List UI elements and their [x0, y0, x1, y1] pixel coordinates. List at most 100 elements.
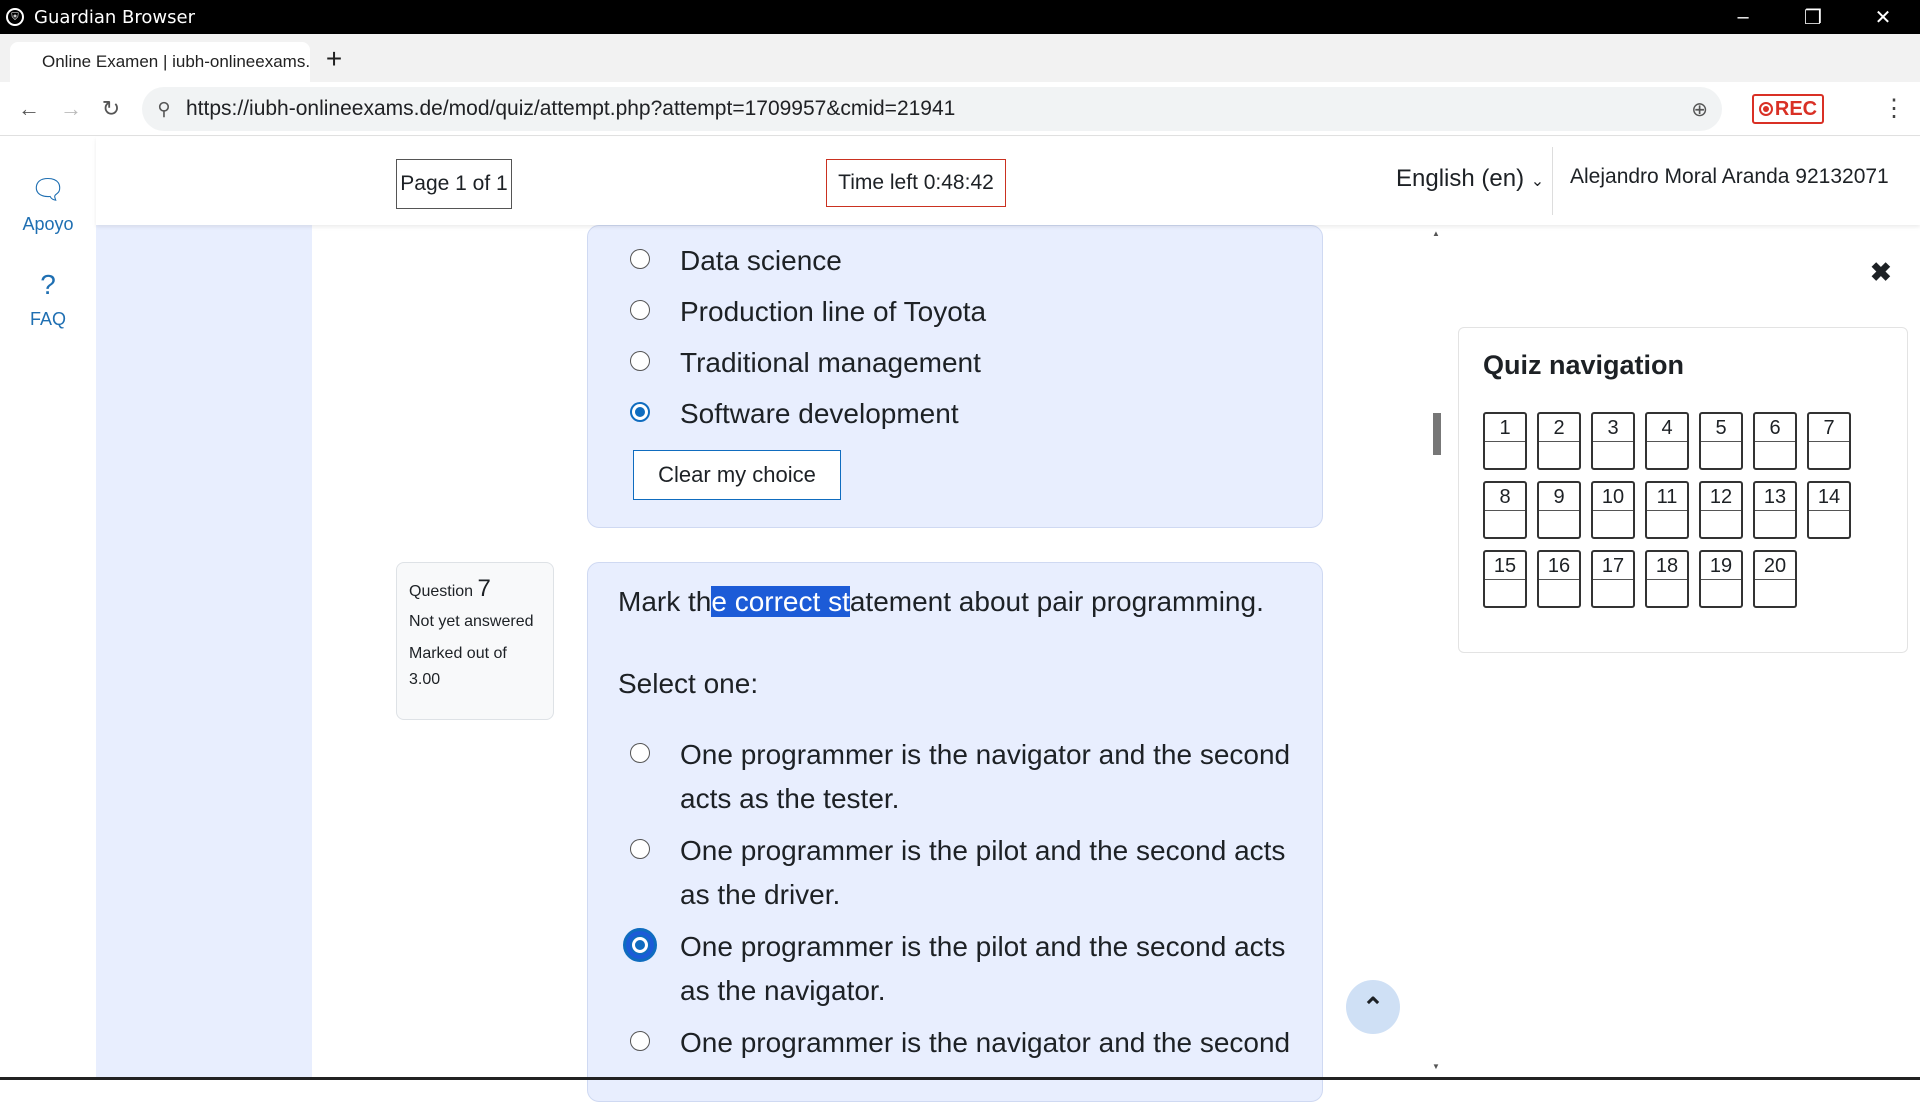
question-info: Question 7 Not yet answered Marked out o…	[396, 562, 554, 720]
quiz-nav-question-12[interactable]: 12	[1699, 481, 1743, 539]
chevron-up-icon: ⌃	[1362, 991, 1384, 1022]
radio-button[interactable]	[630, 351, 650, 371]
chat-bubbles-icon: 🗨	[30, 174, 66, 205]
option-label: One programmer is the navigator and the …	[680, 739, 1291, 814]
rail-item-faq[interactable]: ? FAQ	[0, 269, 96, 330]
answer-option[interactable]: One programmer is the navigator and the …	[630, 1021, 1290, 1065]
quiz-nav-number: 16	[1539, 552, 1579, 580]
quiz-nav-question-10[interactable]: 10	[1591, 481, 1635, 539]
radio-button[interactable]	[630, 839, 650, 859]
close-icon[interactable]: ✖	[1870, 257, 1892, 288]
radio-button-selected[interactable]	[623, 928, 657, 962]
scrollbar-thumb[interactable]	[1433, 413, 1441, 455]
quiz-nav-question-5[interactable]: 5	[1699, 412, 1743, 470]
quiz-nav-question-11[interactable]: 11	[1645, 481, 1689, 539]
chevron-down-icon: ⌄	[1530, 173, 1545, 190]
address-bar[interactable]: ⚲ https://iubh-onlineexams.de/mod/quiz/a…	[142, 87, 1722, 131]
page-indicator: Page 1 of 1	[396, 159, 512, 209]
browser-tab[interactable]: Online Examen | iubh-onlineexams.d	[10, 42, 310, 82]
recording-indicator: REC	[1752, 94, 1824, 124]
question-icon: ?	[40, 269, 56, 300]
scrollbar[interactable]	[1430, 225, 1442, 1080]
option-label: One programmer is the pilot and the seco…	[680, 835, 1286, 910]
quiz-nav-question-15[interactable]: 15	[1483, 550, 1527, 608]
reload-icon[interactable]: ↻	[96, 94, 126, 124]
quiz-nav-question-4[interactable]: 4	[1645, 412, 1689, 470]
answer-option[interactable]: One programmer is the pilot and the seco…	[630, 829, 1285, 917]
quiz-nav-question-16[interactable]: 16	[1537, 550, 1581, 608]
quiz-nav-question-9[interactable]: 9	[1537, 481, 1581, 539]
answer-option[interactable]: Traditional management	[630, 341, 981, 385]
left-rail: 🗨 Apoyo ? FAQ	[0, 137, 96, 1080]
radio-button[interactable]	[630, 1031, 650, 1051]
restore-button[interactable]: ❐	[1778, 0, 1848, 34]
tab-title: Online Examen | iubh-onlineexams.d	[42, 52, 310, 71]
quiz-nav-question-2[interactable]: 2	[1537, 412, 1581, 470]
option-label: One programmer is the navigator and the …	[680, 1027, 1291, 1058]
language-label: English (en)	[1396, 165, 1525, 192]
forward-arrow-icon[interactable]: →	[56, 94, 86, 124]
quiz-nav-number: 5	[1701, 414, 1741, 442]
quiz-nav-question-3[interactable]: 3	[1591, 412, 1635, 470]
quiz-nav-question-8[interactable]: 8	[1483, 481, 1527, 539]
answer-option[interactable]: Data science	[630, 239, 842, 283]
quiz-nav-number: 12	[1701, 483, 1741, 511]
zoom-icon[interactable]: ⊕	[1691, 97, 1708, 122]
new-tab-button[interactable]: +	[318, 44, 350, 76]
record-dot-icon	[1758, 102, 1773, 116]
url-text[interactable]: https://iubh-onlineexams.de/mod/quiz/att…	[186, 97, 955, 121]
language-selector[interactable]: English (en) ⌄	[1396, 165, 1544, 193]
quiz-nav-question-18[interactable]: 18	[1645, 550, 1689, 608]
rail-item-apoyo[interactable]: 🗨 Apoyo	[0, 173, 96, 235]
quiz-nav-question-17[interactable]: 17	[1591, 550, 1635, 608]
minimize-button[interactable]: –	[1708, 0, 1778, 34]
divider	[1552, 147, 1553, 215]
close-window-button[interactable]: ✕	[1848, 0, 1918, 34]
quiz-nav-question-13[interactable]: 13	[1753, 481, 1797, 539]
answer-option[interactable]: Production line of Toyota	[630, 290, 986, 334]
text-selection: e correct st	[711, 586, 850, 617]
back-arrow-icon[interactable]: ←	[14, 94, 44, 124]
kebab-menu-icon[interactable]: ⋮	[1882, 94, 1906, 123]
radio-button[interactable]	[630, 300, 650, 320]
radio-button[interactable]	[630, 743, 650, 763]
option-label: Traditional management	[680, 347, 981, 378]
quiz-navigation-panel: Quiz navigation 1 2 3 4 5 6 7 8 9 10 11 12 13 14 15 16 1…	[1458, 327, 1908, 653]
tab-strip: Online Examen | iubh-onlineexams.d +	[0, 34, 1920, 82]
shield-icon: ⛨	[6, 8, 24, 26]
quiz-header: Page 1 of 1 Time left 0:48:42 English (e…	[96, 137, 1920, 225]
scroll-down-icon[interactable]: ▼	[1432, 1062, 1440, 1071]
rec-label: REC	[1774, 97, 1818, 120]
answer-option[interactable]: One programmer is the navigator and the …	[630, 733, 1290, 821]
quiz-nav-number: 18	[1647, 552, 1687, 580]
scroll-up-icon[interactable]: ▲	[1432, 229, 1440, 238]
option-label: One programmer is the pilot and the seco…	[680, 931, 1286, 1006]
back-to-top-button[interactable]: ⌃	[1346, 980, 1400, 1034]
radio-button[interactable]	[630, 249, 650, 269]
quiz-nav-number: 10	[1593, 483, 1633, 511]
navigation-bar: ← → ↻ ⚲ https://iubh-onlineexams.de/mod/…	[0, 82, 1920, 136]
quiz-nav-question-14[interactable]: 14	[1807, 481, 1851, 539]
option-label: Production line of Toyota	[680, 296, 987, 327]
quiz-nav-question-20[interactable]: 20	[1753, 550, 1797, 608]
quiz-nav-question-7[interactable]: 7	[1807, 412, 1851, 470]
quiz-nav-number: 6	[1755, 414, 1795, 442]
rail-item-label: FAQ	[29, 309, 66, 329]
answer-option[interactable]: One programmer is the pilot and the seco…	[623, 925, 1286, 1013]
search-icon: ⚲	[157, 98, 171, 119]
quiz-nav-number: 19	[1701, 552, 1741, 580]
quiz-nav-number: 17	[1593, 552, 1633, 580]
clear-choice-button[interactable]: Clear my choice	[633, 450, 841, 500]
question-marks: Marked out of 3.00	[409, 645, 507, 688]
quiz-nav-question-1[interactable]: 1	[1483, 412, 1527, 470]
quiz-nav-question-6[interactable]: 6	[1753, 412, 1797, 470]
question-number: Question 7	[409, 575, 491, 602]
quiz-nav-question-19[interactable]: 19	[1699, 550, 1743, 608]
window-title: Guardian Browser	[34, 6, 195, 28]
quiz-nav-number: 4	[1647, 414, 1687, 442]
answer-option[interactable]: Software development	[630, 392, 959, 436]
quiz-navigation-title: Quiz navigation	[1483, 350, 1685, 380]
timer: Time left 0:48:42	[826, 159, 1006, 207]
user-name[interactable]: Alejandro Moral Aranda 92132071	[1570, 165, 1889, 189]
radio-button-selected[interactable]	[630, 402, 650, 422]
